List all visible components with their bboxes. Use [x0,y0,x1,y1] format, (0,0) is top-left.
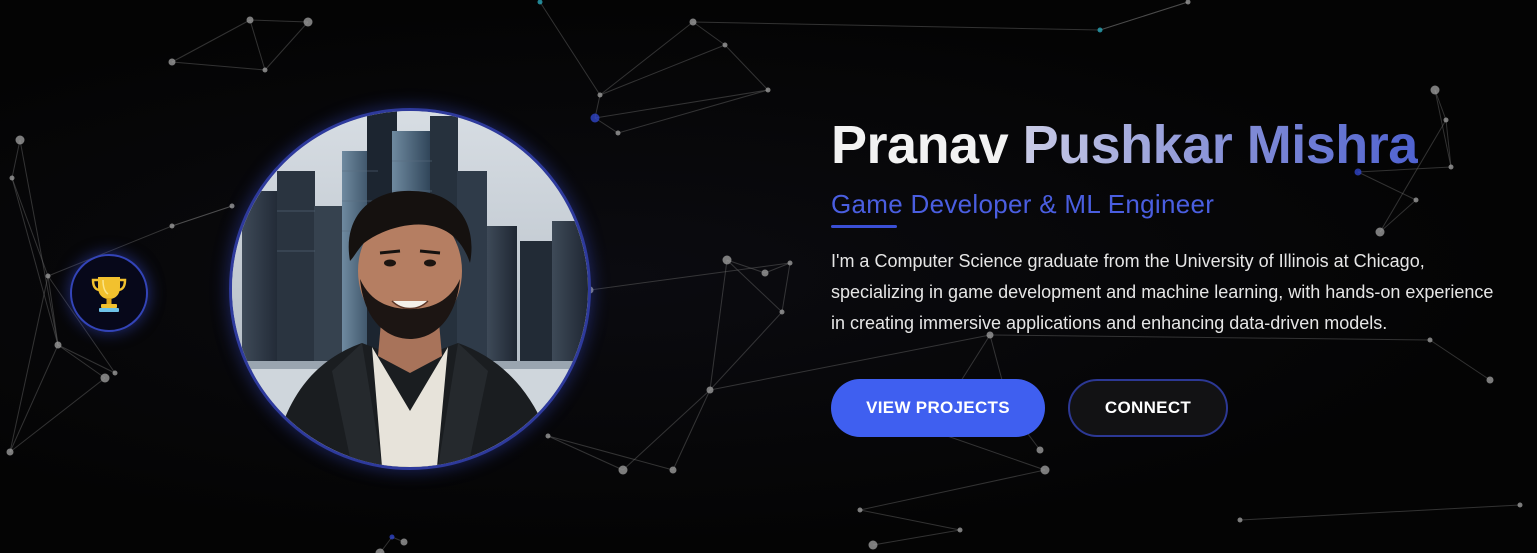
cta-buttons: VIEW PROJECTS CONNECT [831,379,1511,437]
achievement-badge [70,254,148,332]
view-projects-button[interactable]: VIEW PROJECTS [831,379,1045,437]
connect-button[interactable]: CONNECT [1068,379,1228,437]
last-name: Pushkar Mishra [1022,115,1419,175]
role-underline [831,225,897,228]
first-name: Pranav [831,115,1009,175]
trophy-icon [91,277,127,312]
hero-section: Pranav Pushkar Mishra Game Developer & M… [0,0,1537,553]
profile-photo [229,108,591,470]
role-subtitle: Game Developer & ML Engineer [831,189,1215,219]
bio-text: I'm a Computer Science graduate from the… [831,251,1494,333]
hero-content: Pranav Pushkar Mishra Game Developer & M… [831,112,1511,437]
name-heading: Pranav Pushkar Mishra [831,112,1511,178]
